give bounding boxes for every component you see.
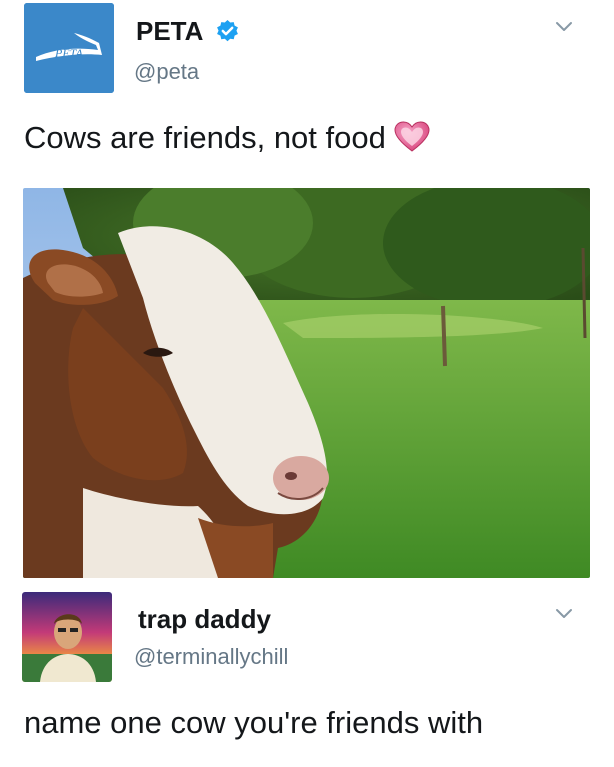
peta-logo-text: PETA [54,46,83,60]
peta-logo-icon: PETA [24,3,114,93]
tweet-photo-cow[interactable] [23,188,590,578]
verified-badge-icon [217,20,238,42]
tweet-text-content: Cows are friends, not food [24,120,386,155]
author-handle[interactable]: @peta [134,61,199,83]
author-name[interactable]: PETA [136,18,203,44]
tweet-text: Cows are friends, not food [24,120,430,156]
avatar-image [22,592,112,682]
chevron-down-icon[interactable] [554,607,574,621]
trap-daddy-avatar[interactable] [22,592,112,682]
tweet-peta[interactable]: PETA PETA @peta Cows are friends, not fo… [0,0,614,585]
tweet-reply[interactable]: trap daddy @terminallychill name one cow… [0,585,614,767]
cow-photo-image [23,188,590,578]
tweet-text: name one cow you're friends with [24,705,484,740]
heart-emoji-icon [394,121,430,152]
chevron-down-icon[interactable] [554,20,574,34]
author-name[interactable]: trap daddy [138,606,271,632]
peta-avatar[interactable]: PETA [24,3,114,93]
author-handle[interactable]: @terminallychill [134,646,288,668]
